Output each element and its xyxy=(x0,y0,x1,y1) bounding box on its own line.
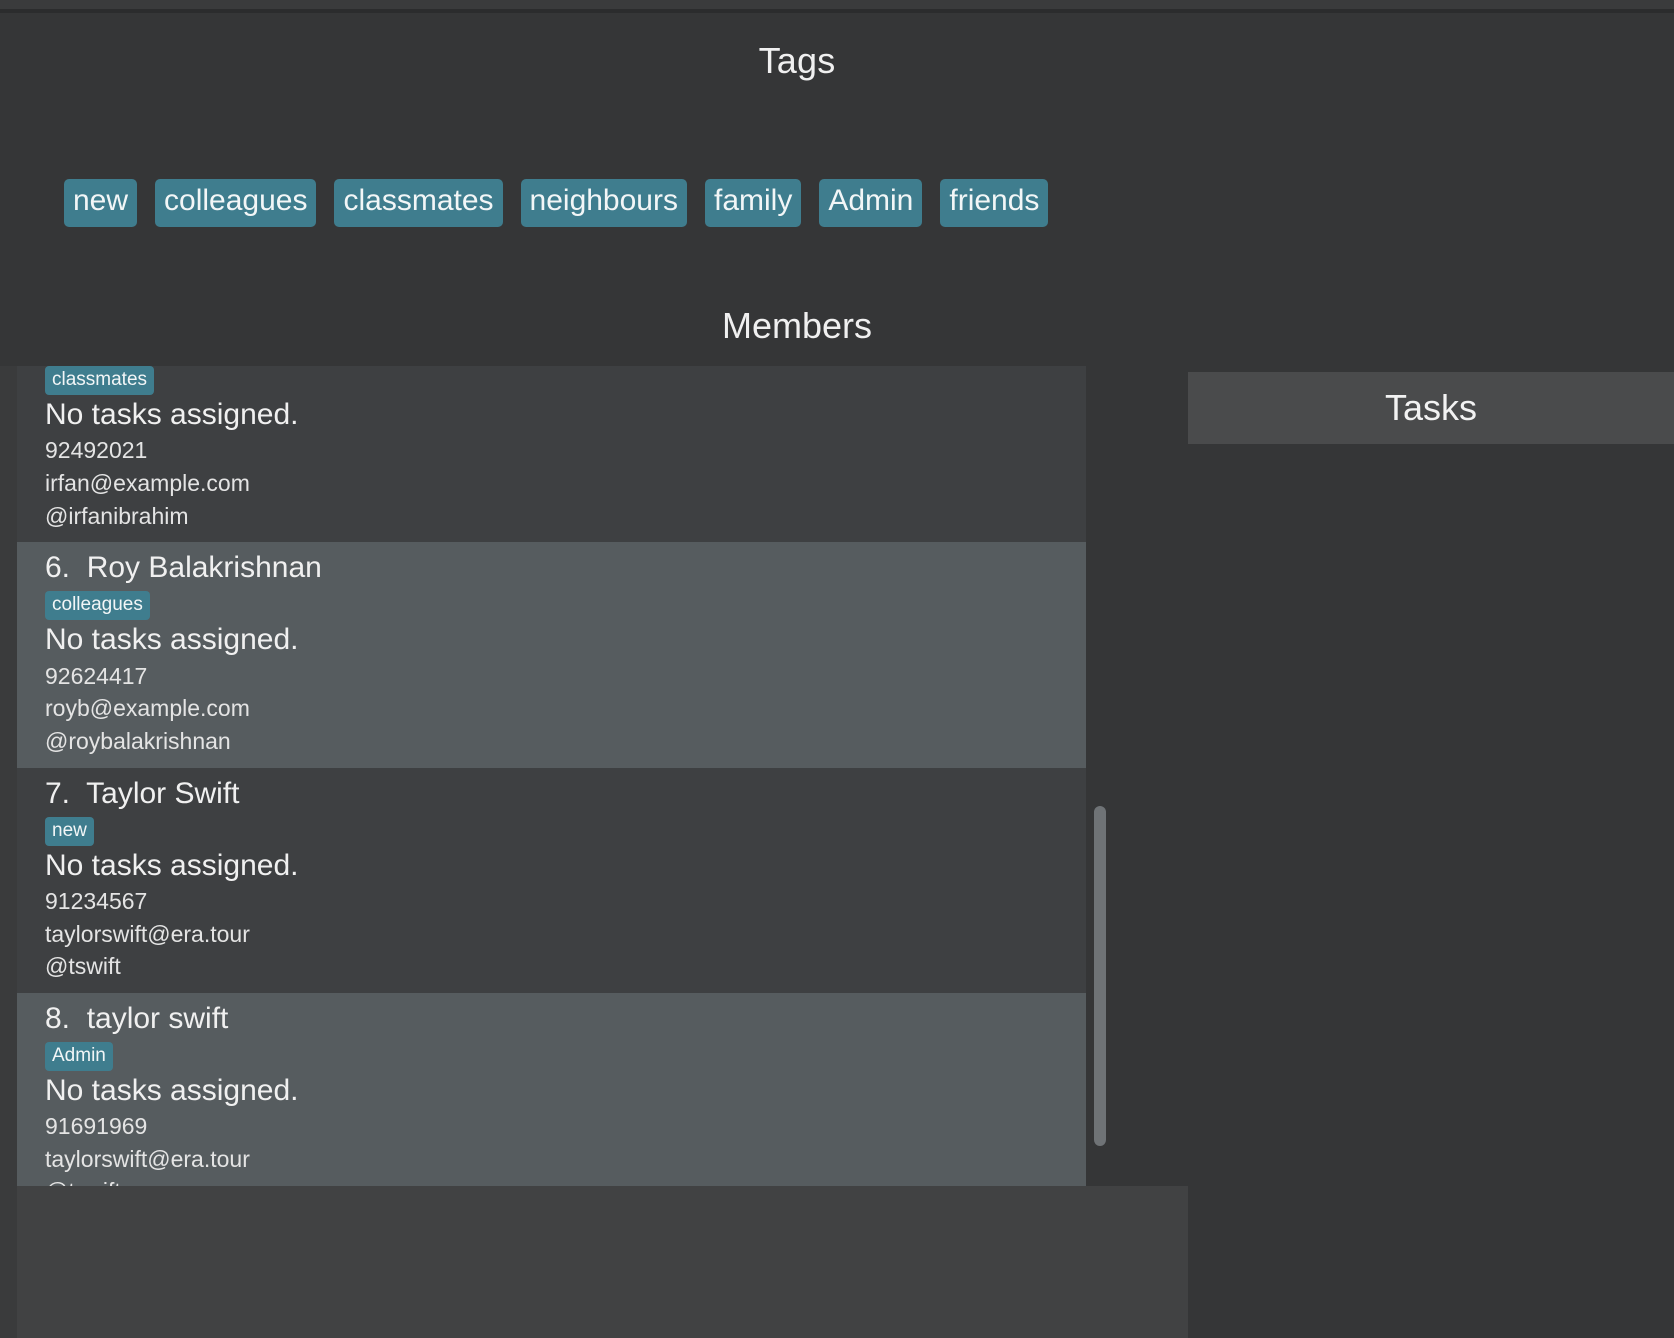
member-tasks-status: No tasks assigned. xyxy=(45,623,299,657)
members-left-gutter xyxy=(0,366,17,1186)
member-list-item[interactable]: 8. taylor swift Admin No tasks assigned. 91… xyxy=(17,992,1086,1186)
member-email: royb@example.com xyxy=(45,695,250,722)
member-name: 8. taylor swift xyxy=(45,1001,229,1035)
tasks-heading: Tasks xyxy=(1384,387,1478,428)
member-tag-row: new xyxy=(45,816,1086,846)
member-handle: @tswift xyxy=(45,1175,1086,1186)
tasks-list[interactable] xyxy=(1188,444,1674,1338)
tag-chip[interactable]: family xyxy=(704,179,802,227)
member-handle: @irfanibrahim xyxy=(45,502,189,529)
member-phone: 91234567 xyxy=(45,887,148,914)
member-handle: @tswift xyxy=(45,953,121,980)
tag-chip[interactable]: Admin xyxy=(819,179,923,227)
members-scrollbar-track[interactable] xyxy=(1091,366,1108,1186)
member-phone: 91691969 xyxy=(45,1113,148,1140)
tags-section: Tags new colleagues classmates neighbours fa… xyxy=(0,13,1674,290)
tag-chip[interactable]: colleagues xyxy=(155,179,317,227)
member-name: 6. Roy Balakrishnan xyxy=(45,551,322,585)
member-email: irfan@example.com xyxy=(45,470,250,497)
members-left-gutter-underlay xyxy=(0,1186,17,1338)
tag-chip-list: new colleagues classmates neighbours family A… xyxy=(64,179,1049,227)
member-phone: 92492021 xyxy=(45,437,148,464)
member-handle: @roybalakrishnan xyxy=(45,727,231,754)
member-tasks-status: No tasks assigned. xyxy=(45,398,299,431)
members-heading: Members xyxy=(721,305,873,346)
member-tag-row: colleagues xyxy=(45,591,1086,621)
member-list-item[interactable]: classmates No tasks assigned. 92492021 irfa… xyxy=(17,366,1086,543)
member-tasks-status: No tasks assigned. xyxy=(45,848,299,882)
member-list-item[interactable]: 6. Roy Balakrishnan colleagues No tasks as… xyxy=(17,542,1086,768)
member-tag-row: Admin xyxy=(45,1041,1086,1071)
members-panel: classmates No tasks assigned. 92492021 irfa… xyxy=(0,366,1158,1186)
member-tag-chip[interactable]: Admin xyxy=(45,1041,113,1071)
member-tag-chip[interactable]: classmates xyxy=(45,366,155,395)
tasks-header: Tasks xyxy=(1188,372,1674,444)
member-name: 7. Taylor Swift xyxy=(45,776,240,810)
member-email: taylorswift@era.tour xyxy=(45,920,250,947)
members-scrollbar-thumb[interactable] xyxy=(1094,806,1106,1146)
member-email: taylorswift@era.tour xyxy=(45,1145,250,1172)
members-list[interactable]: classmates No tasks assigned. 92492021 irfa… xyxy=(17,366,1086,1186)
window-top-strip xyxy=(0,0,1674,9)
tag-chip[interactable]: classmates xyxy=(334,179,503,227)
tasks-panel: Tasks xyxy=(1188,372,1674,1338)
member-tag-chip[interactable]: colleagues xyxy=(45,591,150,621)
tag-chip[interactable]: friends xyxy=(940,179,1049,227)
member-phone: 92624417 xyxy=(45,662,148,689)
member-tag-row: classmates xyxy=(45,366,1086,395)
member-list-item[interactable]: 7. Taylor Swift new No tasks assigned. 9123… xyxy=(17,767,1086,993)
app-window: Tags new colleagues classmates neighbours fa… xyxy=(0,0,1674,1338)
tag-chip[interactable]: neighbours xyxy=(520,179,687,227)
members-panel-underlay xyxy=(0,1186,1188,1338)
tags-heading: Tags xyxy=(758,40,836,81)
member-tag-chip[interactable]: new xyxy=(45,816,94,846)
member-tasks-status: No tasks assigned. xyxy=(45,1073,299,1107)
tag-chip[interactable]: new xyxy=(64,179,138,227)
